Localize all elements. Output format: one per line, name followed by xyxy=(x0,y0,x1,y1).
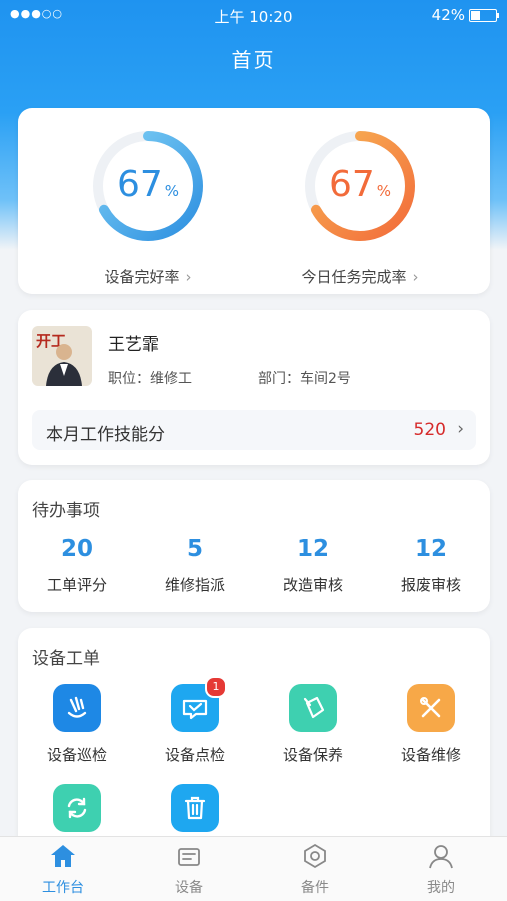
battery-percent: 42% xyxy=(431,6,465,24)
spot-check-button[interactable]: 1 设备点检 xyxy=(136,676,254,765)
parts-icon xyxy=(304,843,326,869)
tab-parts[interactable]: 备件 xyxy=(252,843,378,897)
tile-label: 设备巡检 xyxy=(46,746,107,764)
scrap-button[interactable] xyxy=(136,784,254,844)
task-rate-gauge[interactable]: 67% 今日任务完成率 › xyxy=(260,126,460,287)
equipment-rate-gauge[interactable]: 67% 设备完好率 › xyxy=(48,126,248,287)
todo-label: 改造审核 xyxy=(282,576,343,594)
repair-icon xyxy=(407,684,455,732)
chevron-right-icon: › xyxy=(412,268,419,286)
todo-label: 工单评分 xyxy=(46,576,107,594)
todo-card: 待办事项 20 工单评分 5 维修指派 12 改造审核 12 报废审核 xyxy=(18,480,490,612)
refresh-button[interactable] xyxy=(18,784,136,844)
todo-item-retrofit[interactable]: 12 改造审核 xyxy=(254,536,372,595)
skill-label: 本月工作技能分 xyxy=(46,425,165,445)
stats-card: 67% 设备完好率 › 67% 今日任务完成率 › xyxy=(18,108,490,294)
todo-item-assign[interactable]: 5 维修指派 xyxy=(136,536,254,595)
refresh-icon xyxy=(53,784,101,832)
chevron-right-icon: › xyxy=(457,419,464,439)
battery-icon xyxy=(469,8,499,22)
spot-check-icon: 1 xyxy=(171,676,227,732)
gauge-label: 设备完好率 › xyxy=(104,268,192,286)
todo-count: 20 xyxy=(60,536,93,562)
page-title: 首页 xyxy=(231,48,276,72)
inspection-icon xyxy=(53,684,101,732)
todo-count: 12 xyxy=(414,536,447,562)
tile-label: 设备维修 xyxy=(400,746,461,764)
home-icon xyxy=(51,845,75,867)
tab-label: 设备 xyxy=(175,880,203,896)
maintenance-button[interactable]: 设备保养 xyxy=(254,684,372,765)
avatar[interactable]: 开工 xyxy=(32,326,92,386)
inspection-button[interactable]: 设备巡检 xyxy=(18,684,136,765)
chevron-right-icon: › xyxy=(185,268,192,286)
user-icon xyxy=(429,845,453,869)
todo-count: 12 xyxy=(296,536,329,562)
battery-status: 42% xyxy=(431,6,499,24)
tab-device[interactable]: 设备 xyxy=(126,843,252,897)
user-position: 职位：维修工 xyxy=(108,371,192,387)
gauge-value: 67% xyxy=(116,164,180,205)
section-title: 待办事项 xyxy=(32,501,100,521)
tile-label: 设备保养 xyxy=(282,746,343,764)
todo-item-scrap[interactable]: 12 报废审核 xyxy=(372,536,490,595)
maintenance-icon xyxy=(289,684,337,732)
tab-label: 我的 xyxy=(427,880,455,896)
tile-label: 设备点检 xyxy=(164,746,225,764)
bottom-tab-bar: 工作台 设备 备件 我的 xyxy=(0,836,507,901)
section-title: 设备工单 xyxy=(32,649,100,669)
work-order-card: 设备工单 设备巡检 1 设备点检 设备保养 设备维修 xyxy=(18,628,490,858)
status-bar: ●●●○○ 上午 10:20 42% xyxy=(0,0,507,30)
user-department: 部门：车间2号 xyxy=(258,371,351,387)
skill-score-row[interactable]: 本月工作技能分 520 › xyxy=(32,410,476,450)
tab-label: 备件 xyxy=(301,880,329,896)
profile-card: 开工 王艺霏 职位：维修工 部门：车间2号 本月工作技能分 520 › xyxy=(18,310,490,465)
tab-mine[interactable]: 我的 xyxy=(378,843,504,897)
device-icon xyxy=(178,848,200,866)
notification-badge: 1 xyxy=(205,676,227,698)
todo-label: 维修指派 xyxy=(164,576,225,594)
gauge-label: 今日任务完成率 › xyxy=(301,268,419,286)
gauge-value: 67% xyxy=(328,164,392,205)
trash-icon xyxy=(171,784,219,832)
user-name: 王艺霏 xyxy=(108,335,159,355)
skill-score: 520 xyxy=(413,420,446,440)
todo-item-review[interactable]: 20 工单评分 xyxy=(18,536,136,595)
todo-label: 报废审核 xyxy=(400,576,461,594)
tab-label: 工作台 xyxy=(42,880,84,896)
todo-count: 5 xyxy=(186,536,203,562)
repair-button[interactable]: 设备维修 xyxy=(372,684,490,765)
tab-workbench[interactable]: 工作台 xyxy=(0,843,126,897)
